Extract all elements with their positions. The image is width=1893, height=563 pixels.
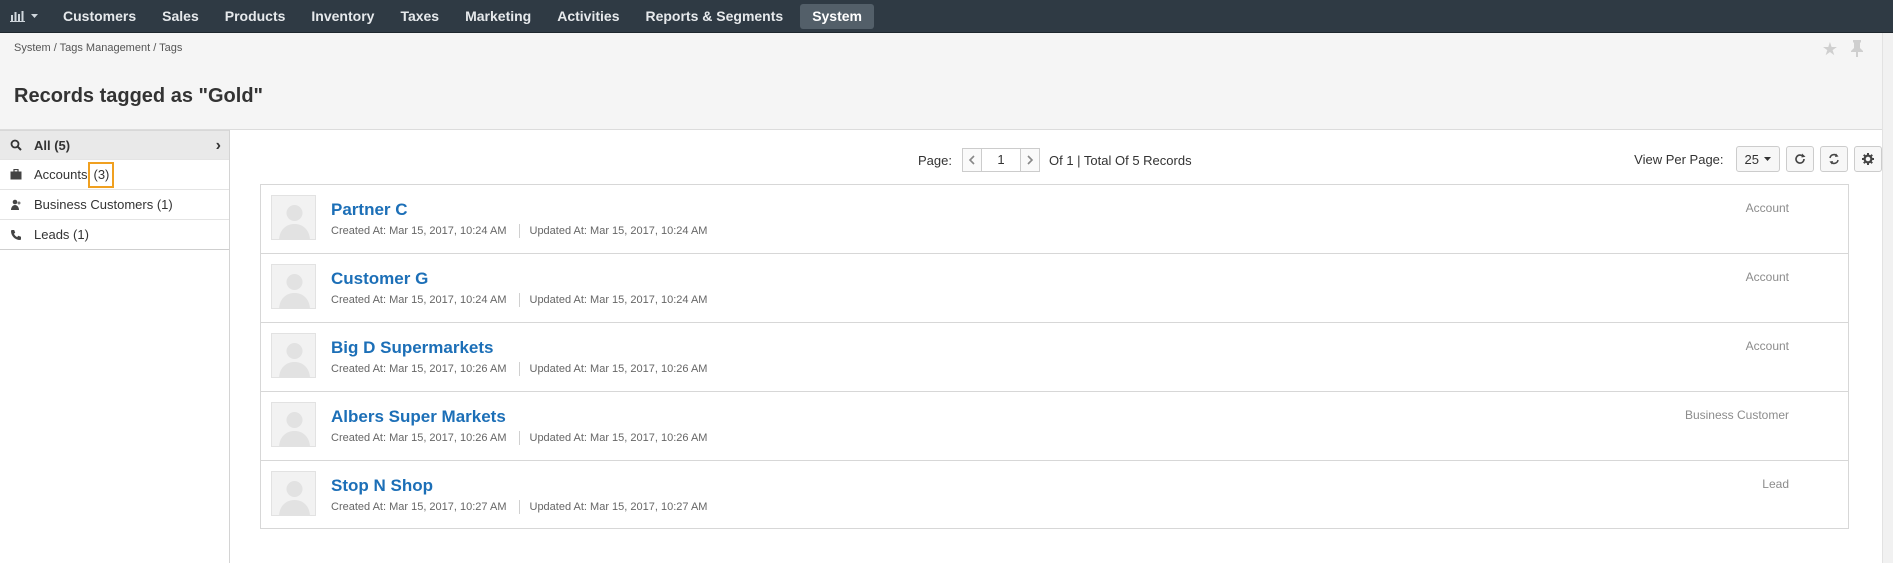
record-meta: Created At: Mar 15, 2017, 10:27 AM Updat… [331, 500, 708, 515]
sidebar-item-leads[interactable]: Leads (1) [0, 220, 229, 250]
user-group-icon [10, 199, 34, 211]
nav-activities[interactable]: Activities [544, 0, 632, 33]
created-at: Created At: Mar 15, 2017, 10:26 AM [331, 363, 507, 375]
per-page-value: 25 [1744, 151, 1759, 167]
settings-button[interactable] [1854, 146, 1882, 172]
sidebar-item-label: Business Customers (1) [34, 197, 173, 212]
breadcrumb: System / Tags Management / Tags [14, 42, 183, 54]
list-item: Partner C Created At: Mar 15, 2017, 10:2… [261, 185, 1848, 254]
nav-marketing[interactable]: Marketing [452, 0, 544, 33]
record-type: Business Customer [1684, 408, 1789, 422]
updated-at: Updated At: Mar 15, 2017, 10:24 AM [529, 294, 708, 306]
bar-chart-icon [10, 11, 25, 22]
avatar [271, 333, 316, 378]
records-panel: Page: 1 Of 1 | Total Of 5 Records View P… [231, 130, 1882, 563]
star-icon[interactable]: ★ [1822, 39, 1838, 61]
list-item: Big D Supermarkets Created At: Mar 15, 2… [261, 323, 1848, 392]
sidebar-item-label: Accounts [34, 167, 88, 182]
record-type: Lead [1762, 477, 1789, 491]
avatar [271, 264, 316, 309]
records-list: Partner C Created At: Mar 15, 2017, 10:2… [260, 184, 1849, 529]
page-number-input[interactable]: 1 [981, 148, 1020, 172]
record-type: Account [1745, 339, 1789, 353]
record-meta: Created At: Mar 15, 2017, 10:26 AM Updat… [331, 362, 708, 377]
sidebar-item-label: All (5) [34, 137, 71, 153]
chevron-right-icon: › [215, 137, 221, 154]
briefcase-icon [10, 169, 34, 180]
avatar [271, 471, 316, 516]
refresh-icon [1795, 153, 1806, 164]
sidebar-item-count: (3) [88, 161, 115, 188]
avatar [271, 195, 316, 240]
page-header: System / Tags Management / Tags Records … [0, 33, 1882, 130]
dashboard-menu[interactable] [0, 0, 50, 33]
created-at: Created At: Mar 15, 2017, 10:24 AM [331, 294, 507, 306]
record-meta: Created At: Mar 15, 2017, 10:24 AM Updat… [331, 293, 708, 308]
pagination: Page: 1 Of 1 | Total Of 5 Records [918, 148, 1192, 172]
record-title-link[interactable]: Partner C [331, 200, 408, 220]
reset-button[interactable] [1820, 146, 1848, 172]
total-records: Of 1 | Total Of 5 Records [1048, 152, 1192, 168]
record-title-link[interactable]: Stop N Shop [331, 476, 433, 496]
caret-down-icon [1764, 156, 1771, 161]
chevron-left-icon [968, 155, 975, 165]
page-label: Page: [918, 152, 952, 168]
page-title: Records tagged as "Gold" [14, 85, 264, 107]
pin-icon[interactable] [1850, 39, 1864, 61]
header-actions: ★ [1822, 39, 1864, 61]
top-navigation: Customers Sales Products Inventory Taxes… [0, 0, 1893, 33]
vertical-scrollbar[interactable] [1882, 33, 1893, 563]
nav-taxes[interactable]: Taxes [387, 0, 452, 33]
record-title-link[interactable]: Customer G [331, 269, 428, 289]
avatar [271, 402, 316, 447]
nav-customers[interactable]: Customers [50, 0, 149, 33]
nav-reports-segments[interactable]: Reports & Segments [632, 0, 796, 33]
view-per-page-label: View Per Page: [1634, 151, 1724, 167]
record-type: Account [1745, 201, 1789, 215]
next-page-button[interactable] [1019, 148, 1040, 172]
per-page-select[interactable]: 25 [1735, 146, 1780, 172]
search-icon [10, 139, 34, 151]
sidebar-item-all[interactable]: All (5) › [0, 130, 229, 160]
list-item: Customer G Created At: Mar 15, 2017, 10:… [261, 254, 1848, 323]
created-at: Created At: Mar 15, 2017, 10:24 AM [331, 225, 507, 237]
record-meta: Created At: Mar 15, 2017, 10:24 AM Updat… [331, 224, 708, 239]
refresh-button[interactable] [1786, 146, 1814, 172]
caret-down-icon [31, 13, 38, 18]
record-meta: Created At: Mar 15, 2017, 10:26 AM Updat… [331, 431, 708, 446]
list-item: Stop N Shop Created At: Mar 15, 2017, 10… [261, 461, 1848, 528]
updated-at: Updated At: Mar 15, 2017, 10:26 AM [529, 432, 708, 444]
nav-inventory[interactable]: Inventory [298, 0, 387, 33]
phone-icon [10, 229, 34, 241]
gear-icon [1862, 153, 1874, 165]
nav-products[interactable]: Products [212, 0, 299, 33]
record-type: Account [1745, 270, 1789, 284]
prev-page-button[interactable] [961, 148, 982, 172]
sidebar-item-label: Leads (1) [34, 227, 89, 242]
created-at: Created At: Mar 15, 2017, 10:26 AM [331, 432, 507, 444]
nav-sales[interactable]: Sales [149, 0, 212, 33]
updated-at: Updated At: Mar 15, 2017, 10:24 AM [529, 225, 708, 237]
entity-filter-sidebar: All (5) › Accounts (3) Business Customer… [0, 130, 230, 563]
chevron-right-icon [1027, 155, 1034, 165]
nav-system[interactable]: System [800, 3, 874, 29]
updated-at: Updated At: Mar 15, 2017, 10:26 AM [529, 363, 708, 375]
sync-icon [1829, 153, 1839, 165]
grid-toolbar: View Per Page: 25 [1634, 146, 1882, 172]
sidebar-item-accounts[interactable]: Accounts (3) [0, 160, 229, 190]
record-title-link[interactable]: Big D Supermarkets [331, 338, 494, 358]
list-item: Albers Super Markets Created At: Mar 15,… [261, 392, 1848, 461]
record-title-link[interactable]: Albers Super Markets [331, 407, 506, 427]
sidebar-item-business-customers[interactable]: Business Customers (1) [0, 190, 229, 220]
updated-at: Updated At: Mar 15, 2017, 10:27 AM [529, 501, 708, 513]
created-at: Created At: Mar 15, 2017, 10:27 AM [331, 501, 507, 513]
